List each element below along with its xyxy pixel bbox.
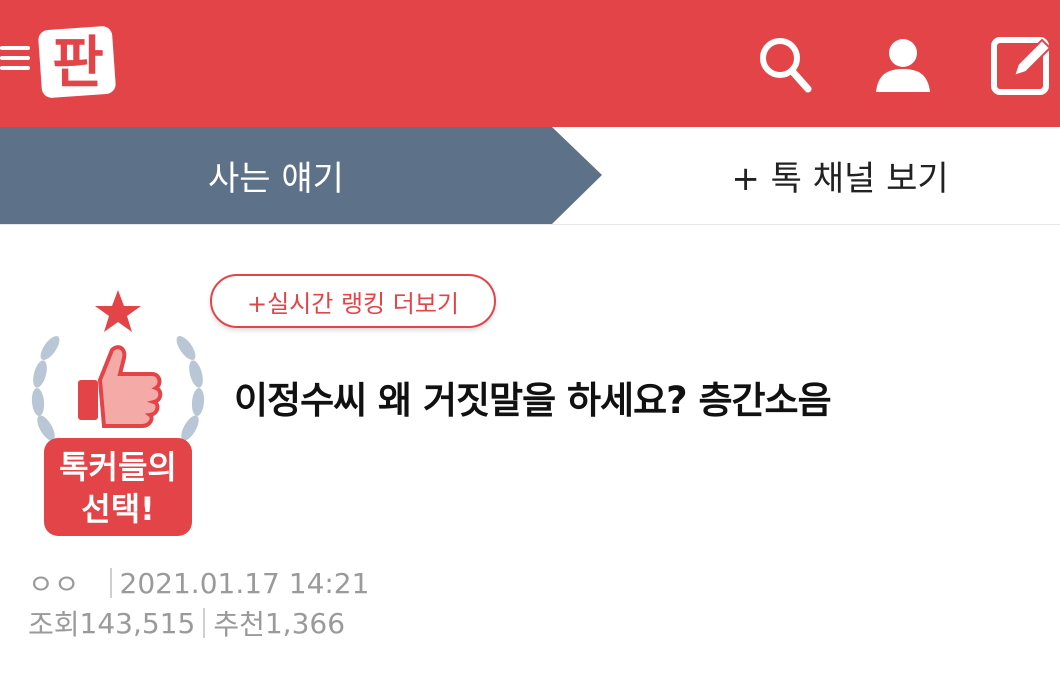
channel-nav: 사는 얘기 + 톡 채널 보기	[0, 127, 1060, 225]
search-icon[interactable]	[756, 34, 814, 96]
divider	[203, 608, 206, 638]
badge-line-1: 톡커들의	[59, 448, 177, 486]
post-datetime: 2021.01.17 14:21	[119, 566, 370, 600]
logo-mark: 판	[38, 26, 116, 98]
current-channel-tab[interactable]: 사는 얘기	[0, 127, 552, 224]
star-icon	[95, 290, 141, 332]
author-name[interactable]: ㅇㅇ	[28, 563, 80, 603]
logo[interactable]: 판	[36, 22, 120, 102]
logo-text: 판	[52, 31, 104, 96]
menu-icon[interactable]	[0, 40, 32, 80]
post-title: 이정수씨 왜 거짓말을 하세요? 층간소음	[234, 379, 832, 422]
divider	[109, 568, 112, 598]
recommend-label: 추천	[213, 608, 265, 641]
thumbs-up-icon	[78, 345, 163, 428]
talkers-choice-badge: 톡커들의 선택!	[28, 288, 208, 538]
views-count: 143,515	[79, 606, 196, 640]
post-meta-stats: 조회 143,515 추천 1,366	[28, 603, 345, 643]
post-meta-author-date: ㅇㅇ 2021.01.17 14:21	[28, 563, 369, 603]
badge-line-2: 선택!	[81, 490, 154, 528]
realtime-ranking-button[interactable]: +실시간 랭킹 더보기	[210, 274, 496, 328]
write-icon[interactable]	[990, 34, 1052, 96]
channel-more-link[interactable]: + 톡 채널 보기	[620, 127, 1060, 224]
views-label: 조회	[28, 608, 80, 641]
user-icon[interactable]	[874, 34, 932, 96]
top-bar: 판	[0, 0, 1060, 127]
recommend-count: 1,366	[264, 606, 346, 640]
